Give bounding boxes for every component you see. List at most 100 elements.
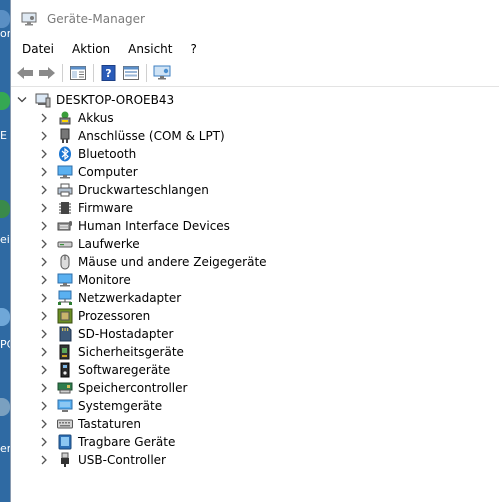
chevron-right-icon[interactable] xyxy=(39,329,49,339)
user-icon[interactable] xyxy=(0,200,10,218)
tree-item-label: Netzwerkadapter xyxy=(78,291,182,305)
tree-item-label: Bluetooth xyxy=(78,147,137,161)
device-manager-window: Geräte-Manager Datei Aktion Ansicht ? ? xyxy=(10,0,499,502)
desktop-label-1: or xyxy=(0,27,10,40)
tree-item-systemgeräte[interactable]: Systemgeräte xyxy=(11,397,499,415)
tree-item-label: Softwaregeräte xyxy=(78,363,171,377)
menu-ansicht[interactable]: Ansicht xyxy=(118,42,180,56)
monitor-icon xyxy=(57,272,73,288)
chevron-right-icon[interactable] xyxy=(39,455,49,465)
menu-help[interactable]: ? xyxy=(180,42,204,56)
tree-item-akkus[interactable]: Akkus xyxy=(11,109,499,127)
tree-item-label: Speichercontroller xyxy=(78,381,188,395)
bluetooth-icon xyxy=(57,146,73,162)
chevron-right-icon[interactable] xyxy=(39,113,49,123)
tree-root[interactable]: DESKTOP-OROEB43 xyxy=(11,91,499,109)
hid-icon xyxy=(57,218,73,234)
tree-item-tragbare-geräte[interactable]: Tragbare Geräte xyxy=(11,433,499,451)
chevron-down-icon[interactable] xyxy=(17,95,27,105)
chevron-right-icon[interactable] xyxy=(39,347,49,357)
tree-item-label: SD-Hostadapter xyxy=(78,327,174,341)
chevron-right-icon[interactable] xyxy=(39,293,49,303)
toolbar-separator xyxy=(146,64,147,82)
tree-item-mäuse-und-andere-zeigegeräte[interactable]: Mäuse und andere Zeigegeräte xyxy=(11,253,499,271)
chevron-right-icon[interactable] xyxy=(39,275,49,285)
chevron-right-icon[interactable] xyxy=(39,419,49,429)
help-icon[interactable]: ? xyxy=(99,63,119,83)
tree-item-label: Prozessoren xyxy=(78,309,151,323)
this-pc-icon[interactable] xyxy=(0,308,10,326)
usb-icon xyxy=(57,452,73,468)
device-tree[interactable]: DESKTOP-OROEB43 Akkus Anschlüsse (COM & L… xyxy=(11,91,499,502)
tree-item-druckwarteschlangen[interactable]: Druckwarteschlangen xyxy=(11,181,499,199)
drive-icon xyxy=(57,236,73,252)
title-bar[interactable]: Geräte-Manager xyxy=(11,0,499,38)
back-icon[interactable] xyxy=(15,63,35,83)
category-list: Akkus Anschlüsse (COM & LPT) Bluetooth Comp… xyxy=(11,109,499,469)
tree-item-softwaregeräte[interactable]: Softwaregeräte xyxy=(11,361,499,379)
port-icon xyxy=(57,128,73,144)
menu-aktion[interactable]: Aktion xyxy=(62,42,118,56)
security-icon xyxy=(57,344,73,360)
chevron-right-icon[interactable] xyxy=(39,131,49,141)
update-driver-icon[interactable] xyxy=(121,63,141,83)
tree-item-tastaturen[interactable]: Tastaturen xyxy=(11,415,499,433)
tree-item-firmware[interactable]: Firmware xyxy=(11,199,499,217)
toolbar-separator xyxy=(93,64,94,82)
cpu-icon xyxy=(57,308,73,324)
tree-item-label: Systemgeräte xyxy=(78,399,163,413)
chevron-right-icon[interactable] xyxy=(39,221,49,231)
tree-item-laufwerke[interactable]: Laufwerke xyxy=(11,235,499,253)
tree-item-computer[interactable]: Computer xyxy=(11,163,499,181)
software-device-icon xyxy=(57,362,73,378)
mouse-icon xyxy=(57,254,73,270)
tree-item-label: Laufwerke xyxy=(78,237,140,251)
tree-item-label: Druckwarteschlangen xyxy=(78,183,209,197)
chevron-right-icon[interactable] xyxy=(39,203,49,213)
chevron-right-icon[interactable] xyxy=(39,311,49,321)
printer-icon xyxy=(57,182,73,198)
forward-icon[interactable] xyxy=(37,63,57,83)
tree-item-label: Firmware xyxy=(78,201,133,215)
chevron-right-icon[interactable] xyxy=(39,401,49,411)
system-icon xyxy=(57,398,73,414)
tree-item-netzwerkadapter[interactable]: Netzwerkadapter xyxy=(11,289,499,307)
menu-datei[interactable]: Datei xyxy=(12,42,62,56)
root-label: DESKTOP-OROEB43 xyxy=(56,93,175,107)
tree-item-anschlüsse-com-lpt[interactable]: Anschlüsse (COM & LPT) xyxy=(11,127,499,145)
chevron-right-icon[interactable] xyxy=(39,365,49,375)
tree-item-label: Sicherheitsgeräte xyxy=(78,345,184,359)
tree-item-sicherheitsgeräte[interactable]: Sicherheitsgeräte xyxy=(11,343,499,361)
properties-icon[interactable] xyxy=(68,63,88,83)
tree-item-speichercontroller[interactable]: Speichercontroller xyxy=(11,379,499,397)
svg-text:?: ? xyxy=(105,67,111,80)
tree-item-sd-hostadapter[interactable]: SD-Hostadapter xyxy=(11,325,499,343)
network-desktop-icon[interactable] xyxy=(0,398,10,416)
chevron-right-icon[interactable] xyxy=(39,437,49,447)
chevron-right-icon[interactable] xyxy=(39,185,49,195)
chevron-right-icon[interactable] xyxy=(39,257,49,267)
window-title: Geräte-Manager xyxy=(47,12,145,26)
tree-item-monitore[interactable]: Monitore xyxy=(11,271,499,289)
tree-item-label: Monitore xyxy=(78,273,131,287)
chevron-right-icon[interactable] xyxy=(39,239,49,249)
tree-item-bluetooth[interactable]: Bluetooth xyxy=(11,145,499,163)
tree-item-usb-controller[interactable]: USB-Controller xyxy=(11,451,499,469)
edge-icon[interactable] xyxy=(0,92,10,110)
keyboard-icon xyxy=(57,416,73,432)
desktop-label-5: erk xyxy=(0,442,10,455)
chevron-right-icon[interactable] xyxy=(39,167,49,177)
chevron-right-icon[interactable] xyxy=(39,149,49,159)
monitor-icon[interactable] xyxy=(152,63,172,83)
tree-item-label: Tastaturen xyxy=(78,417,141,431)
tree-item-human-interface-devices[interactable]: Human Interface Devices xyxy=(11,217,499,235)
chevron-right-icon[interactable] xyxy=(39,383,49,393)
tree-item-label: Akkus xyxy=(78,111,114,125)
desktop-icon-1[interactable] xyxy=(0,10,10,28)
network-icon xyxy=(57,290,73,306)
chip-icon xyxy=(57,200,73,216)
desktop-label-3: ei xyxy=(0,233,10,246)
tree-item-label: Computer xyxy=(78,165,138,179)
toolbar-separator xyxy=(62,64,63,82)
tree-item-prozessoren[interactable]: Prozessoren xyxy=(11,307,499,325)
